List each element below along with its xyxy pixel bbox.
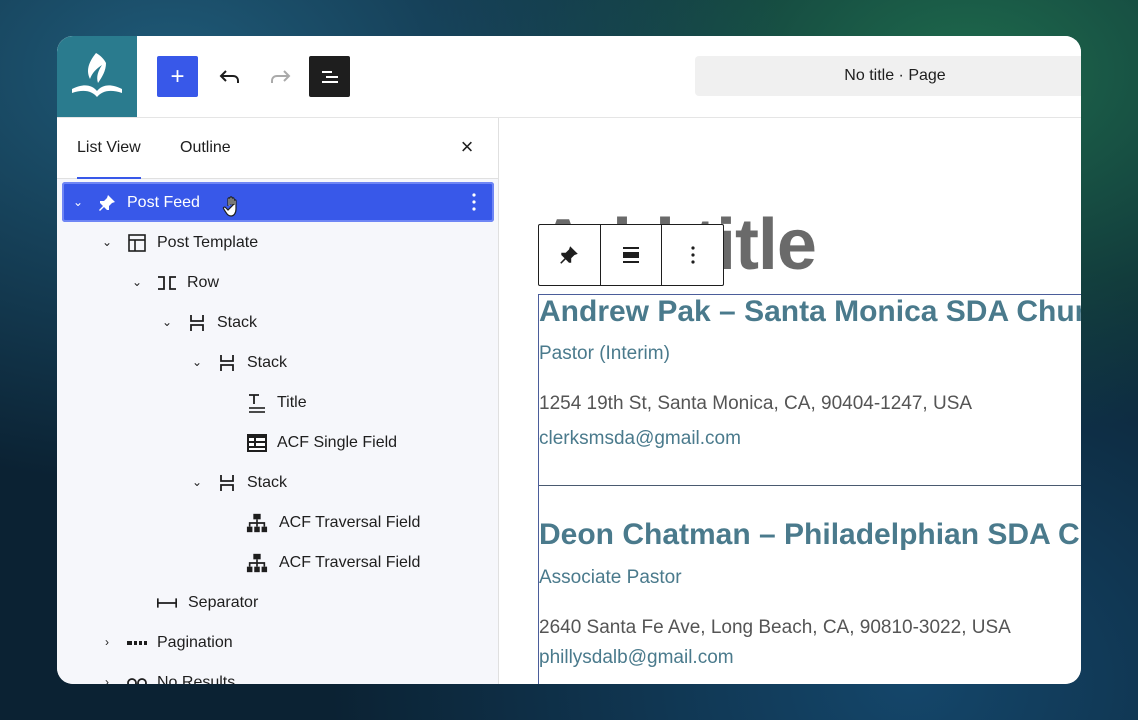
redo-icon (270, 69, 290, 83)
hierarchy-icon (246, 552, 268, 574)
close-icon: × (460, 134, 474, 159)
document-title: No title · Page (844, 67, 946, 84)
tree-item-label: ACF Single Field (277, 434, 398, 451)
row-icon (156, 272, 178, 294)
pin-icon (560, 246, 579, 264)
block-toolbar (538, 224, 724, 286)
separator-icon (156, 592, 178, 614)
entry-separator (539, 485, 1081, 486)
tree-item-title[interactable]: Title (57, 382, 498, 422)
tree-item-post-feed[interactable]: ⌄ Post Feed (62, 182, 494, 222)
undo-button[interactable] (209, 56, 250, 97)
tree-item-label: ACF Traversal Field (279, 514, 421, 531)
document-title-bar[interactable]: No title · Page (695, 56, 1081, 96)
site-logo[interactable] (57, 36, 137, 117)
tree-item-acf-single-field[interactable]: ACF Single Field (57, 422, 498, 462)
tree-item-label: Title (277, 394, 307, 411)
tree-item-row[interactable]: ⌄ Row (57, 262, 498, 302)
align-button[interactable] (601, 225, 663, 285)
chevron-down-icon[interactable]: ⌄ (70, 194, 86, 210)
title-icon (246, 392, 268, 414)
entry-address: 1254 19th St, Santa Monica, CA, 90404-12… (539, 393, 973, 414)
no-results-icon (126, 672, 148, 684)
tree-item-post-template[interactable]: ⌄ Post Template (57, 222, 498, 262)
stack-icon (186, 312, 208, 334)
tree-item-label: Pagination (157, 634, 233, 651)
chevron-down-icon[interactable]: ⌄ (189, 354, 205, 370)
tree-item-stack[interactable]: ⌄ Stack (57, 342, 498, 382)
tree-item-label: Stack (247, 354, 288, 371)
tree-item-label: Stack (247, 474, 288, 491)
stack-icon (216, 472, 238, 494)
field-icon (246, 432, 268, 454)
tab-outline[interactable]: Outline (180, 118, 231, 178)
block-options-button[interactable] (662, 225, 723, 285)
list-view-sidebar: List View Outline × ⌄ Post Feed ⌄ Post T… (57, 118, 499, 684)
plus-icon: + (170, 62, 185, 90)
tab-list-view[interactable]: List View (77, 118, 141, 179)
tree-item-label: Post Feed (127, 194, 200, 211)
tree-item-acf-traversal-field[interactable]: ACF Traversal Field (57, 502, 498, 542)
post-feed-block[interactable]: Andrew Pak – Santa Monica SDA Church Pas… (538, 294, 1081, 684)
block-type-button[interactable] (539, 225, 601, 285)
tree-item-label: Stack (217, 314, 258, 331)
options-menu-icon[interactable] (466, 191, 482, 213)
entry-email[interactable]: clerksmsda@gmail.com (539, 428, 741, 450)
church-logo-icon (72, 52, 122, 97)
template-icon (126, 232, 148, 254)
tree-item-label: ACF Traversal Field (279, 554, 421, 571)
sidebar-tabs: List View Outline × (57, 118, 498, 179)
chevron-down-icon[interactable]: ⌄ (159, 314, 175, 330)
options-menu-icon (691, 246, 695, 264)
pin-icon (96, 192, 118, 214)
hierarchy-icon (246, 512, 268, 534)
tree-item-label: Post Template (157, 234, 259, 251)
entry-role: Associate Pastor (539, 567, 682, 588)
tree-item-pagination[interactable]: › Pagination (57, 622, 498, 662)
redo-button[interactable] (259, 56, 300, 97)
entry-email[interactable]: phillysdalb@gmail.com (539, 647, 734, 669)
stack-icon (216, 352, 238, 374)
tree-item-label: No Results (157, 674, 236, 684)
chevron-down-icon[interactable]: ⌄ (189, 474, 205, 490)
entry-title[interactable]: Andrew Pak – Santa Monica SDA Church (539, 295, 1081, 329)
entry-title[interactable]: Deon Chatman – Philadelphian SDA Church (539, 518, 1081, 552)
tree-item-stack[interactable]: ⌄ Stack (57, 462, 498, 502)
editor-canvas[interactable]: Add title Andrew Pak – Santa Monica SDA … (499, 118, 1081, 684)
add-block-button[interactable]: + (157, 56, 198, 97)
list-view-toggle-button[interactable] (309, 56, 350, 97)
editor-topbar: + No title · Page (57, 36, 1081, 118)
tree-item-label: Separator (188, 594, 259, 611)
tree-item-separator[interactable]: Separator (57, 582, 498, 622)
entry-address: 2640 Santa Fe Ave, Long Beach, CA, 90810… (539, 617, 1011, 638)
align-icon (623, 247, 639, 263)
entry-role: Pastor (Interim) (539, 343, 670, 364)
undo-icon (219, 69, 239, 83)
tree-item-acf-traversal-field[interactable]: ACF Traversal Field (57, 542, 498, 582)
list-view-icon (321, 70, 338, 83)
editor-window: + No title · Page List View Outline × ⌄ … (57, 36, 1081, 684)
chevron-down-icon[interactable]: ⌄ (99, 234, 115, 250)
chevron-right-icon[interactable]: › (99, 674, 115, 684)
hand-cursor-icon (222, 196, 242, 223)
pagination-icon (126, 632, 148, 654)
tree-item-label: Row (187, 274, 220, 291)
chevron-right-icon[interactable]: › (99, 634, 115, 650)
chevron-down-icon[interactable]: ⌄ (129, 274, 145, 290)
tree-item-stack[interactable]: ⌄ Stack (57, 302, 498, 342)
tree-item-no-results[interactable]: › No Results (57, 662, 498, 684)
close-sidebar-button[interactable]: × (456, 136, 478, 158)
